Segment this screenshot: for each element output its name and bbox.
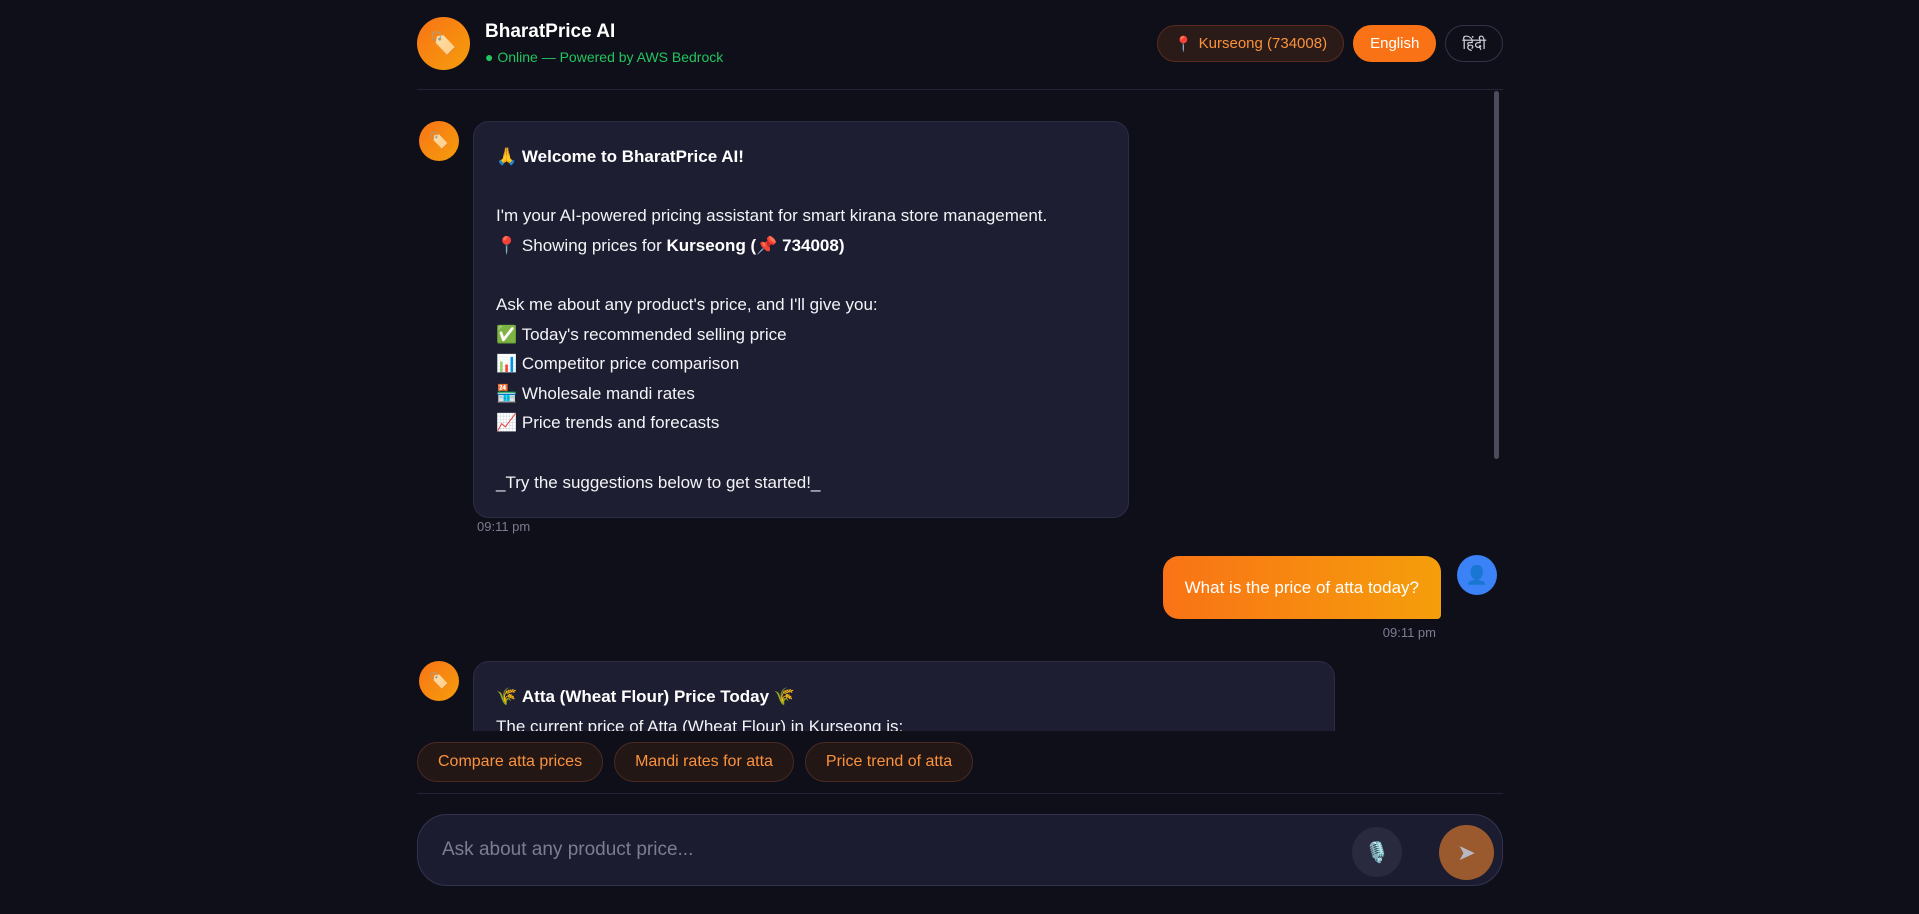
suggestion-chips: Compare atta prices Mandi rates for atta… (417, 742, 974, 782)
bot-avatar-glyph: 🏷️ (429, 673, 449, 690)
logo-glyph: 🏷️ (429, 30, 458, 56)
welcome-ask: Ask me about any product's price, and I'… (496, 294, 878, 314)
location-button[interactable]: 📍 Kurseong (734008) (1156, 25, 1345, 62)
pray-icon: 🙏 (496, 147, 518, 166)
welcome-title-text: Welcome to BharatPrice AI! (521, 147, 744, 166)
suggestion-compare-prices[interactable]: Compare atta prices (417, 742, 604, 782)
chat-input[interactable] (442, 815, 1342, 885)
answer-title-text: Atta (Wheat Flour) Price Today (521, 687, 770, 706)
feature-item: 📈 Price trends and forecasts (496, 408, 1106, 438)
bot-avatar-icon: 🏷️ (419, 121, 459, 161)
feature-text: Competitor price comparison (521, 354, 740, 374)
check-icon: ✅ (496, 324, 518, 344)
suggestion-mandi-rates[interactable]: Mandi rates for atta (614, 742, 794, 782)
header-actions: 📍 Kurseong (734008) English हिंदी (1156, 25, 1503, 62)
scrollbar[interactable] (1494, 91, 1499, 459)
wheat-icon: 🌾 (496, 687, 518, 706)
feature-text: Today's recommended selling price (521, 324, 787, 344)
trend-chart-icon: 📈 (496, 413, 518, 433)
user-avatar-glyph: 👤 (1465, 564, 1489, 585)
microphone-icon: 🎙️ (1364, 841, 1390, 864)
pushpin-icon: 📌 (756, 235, 778, 255)
location-label: Kurseong (734008) (1198, 35, 1328, 52)
feature-item: 🏪 Wholesale mandi rates (496, 379, 1106, 409)
location-pin-icon: 📍 (1173, 35, 1193, 53)
welcome-title: 🙏 Welcome to BharatPrice AI! (496, 142, 1106, 172)
header: 🏷️ BharatPrice AI ● Online — Powered by … (417, 0, 1503, 90)
user-avatar-icon: 👤 (1457, 555, 1497, 595)
showing-place: Kurseong ( (666, 235, 757, 255)
divider (417, 793, 1503, 794)
answer-title: 🌾 Atta (Wheat Flour) Price Today 🌾 (496, 682, 1312, 712)
send-icon: ➤ (1457, 839, 1476, 865)
bot-avatar-icon: 🏷️ (419, 661, 459, 701)
welcome-message: 🙏 Welcome to BharatPrice AI! I'm your AI… (473, 121, 1129, 519)
location-pin-icon: 📍 (496, 235, 518, 255)
send-button[interactable]: ➤ (1439, 825, 1494, 880)
app-title: BharatPrice AI (485, 21, 616, 42)
language-hindi-button[interactable]: हिंदी (1445, 25, 1503, 62)
chat-app: 🏷️ BharatPrice AI ● Online — Powered by … (417, 0, 1503, 914)
language-english-button[interactable]: English (1353, 25, 1437, 62)
price-tag-icon: 🏷️ (417, 17, 470, 70)
feature-text: Price trends and forecasts (521, 413, 720, 433)
welcome-location: 📍 Showing prices for Kurseong (📌 734008) (496, 231, 1106, 261)
message-timestamp: 09:11 pm (477, 519, 531, 534)
message-timestamp: 09:11 pm (1382, 625, 1436, 640)
feature-item: ✅ Today's recommended selling price (496, 320, 1106, 350)
user-message: What is the price of atta today? (1162, 556, 1441, 619)
bot-avatar-glyph: 🏷️ (429, 133, 449, 150)
chat-input-bar: 🎙️ ➤ (417, 814, 1503, 886)
online-status: ● Online — Powered by AWS Bedrock (485, 49, 724, 65)
welcome-footer: _Try the suggestions below to get starte… (496, 472, 821, 492)
message-list[interactable]: 🏷️ 🙏 Welcome to BharatPrice AI! I'm your… (417, 91, 1503, 731)
showing-prefix: Showing prices for (521, 235, 667, 255)
answer-message: 🌾 Atta (Wheat Flour) Price Today 🌾 The c… (473, 661, 1335, 731)
showing-pin: 734008) (777, 235, 845, 255)
suggestion-price-trend[interactable]: Price trend of atta (804, 742, 974, 782)
feature-text: Wholesale mandi rates (521, 383, 695, 403)
answer-line: The current price of Atta (Wheat Flour) … (496, 716, 904, 731)
store-icon: 🏪 (496, 383, 518, 403)
feature-item: 📊 Competitor price comparison (496, 349, 1106, 379)
welcome-intro: I'm your AI-powered pricing assistant fo… (496, 206, 1048, 226)
microphone-button[interactable]: 🎙️ (1352, 827, 1402, 877)
wheat-icon: 🌾 (773, 687, 795, 706)
bar-chart-icon: 📊 (496, 354, 518, 374)
